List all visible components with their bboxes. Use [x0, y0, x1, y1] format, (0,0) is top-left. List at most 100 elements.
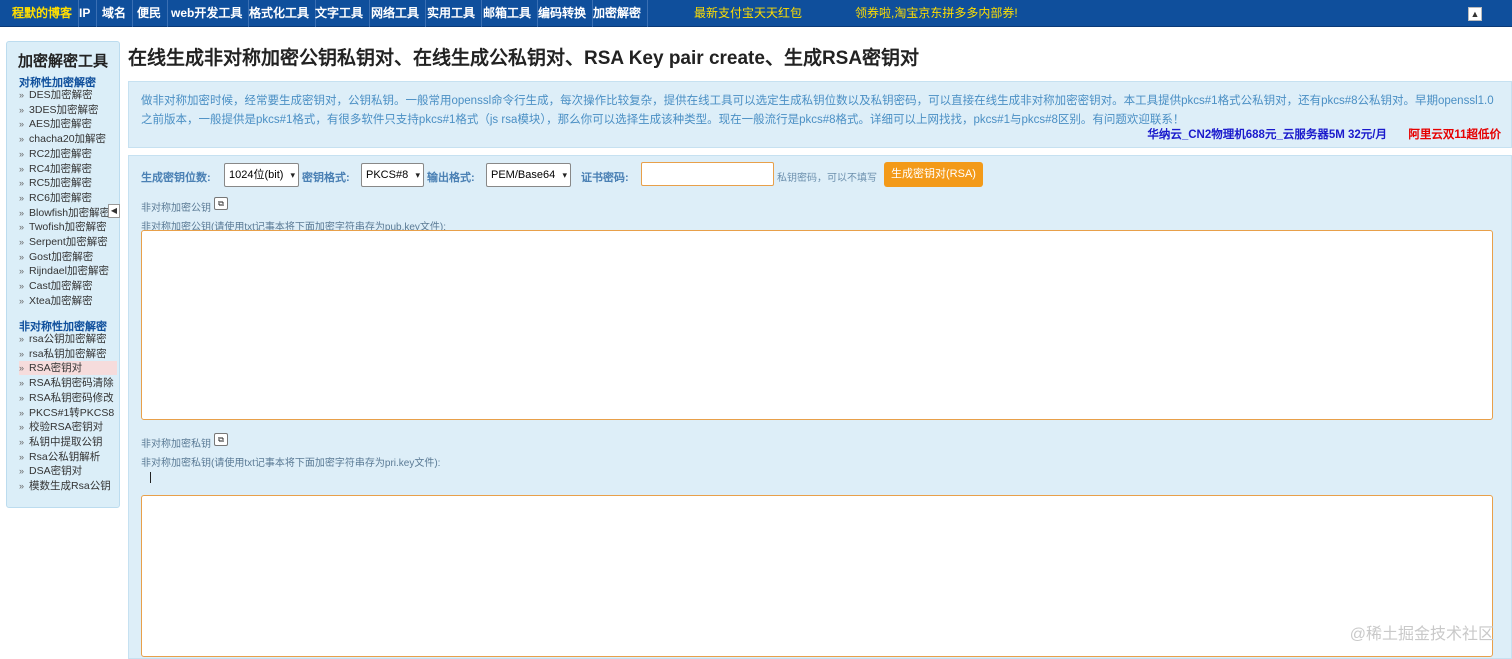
key-bits-select[interactable]: 1024位(bit) ▾ [224, 163, 299, 187]
sidebar-item-sym-0[interactable]: » DES加密解密 [19, 88, 117, 102]
nav-item-web-dev-tools[interactable]: web开发工具 [165, 0, 250, 27]
sidebar-item-sym-6[interactable]: » RC5加密解密 [19, 176, 117, 190]
key-format-select[interactable]: PKCS#8 ▾ [361, 163, 424, 187]
sidebar-item-sym-3[interactable]: » chacha20加解密 [19, 132, 117, 146]
key-bits-value: 1024位(bit) [229, 169, 284, 181]
tool-panel: 生成密钥位数: 1024位(bit) ▾ 密钥格式: PKCS#8 ▾ 输出格式… [128, 155, 1512, 659]
sidebar-item-asym-10[interactable]: » 模数生成Rsa公钥 [19, 479, 117, 493]
sidebar-collapse-icon[interactable]: ◀ [108, 204, 120, 218]
sidebar-item-label: Gost加密解密 [29, 250, 94, 263]
sidebar-item-label: RSA私钥密码修改 [29, 391, 114, 404]
sidebar-item-sym-7[interactable]: » RC6加密解密 [19, 191, 117, 205]
sidebar: 加密解密工具 对称性加密解密 » DES加密解密» 3DES加密解密» AES加密解密… [6, 41, 120, 508]
public-key-textarea[interactable] [141, 230, 1493, 420]
top-navigation-bar: 程默的博客 IP 域名 便民 web开发工具 格式化工具 文字工具 网络工具 实… [0, 0, 1512, 27]
sidebar-item-asym-5[interactable]: » PKCS#1转PKCS8 [19, 406, 117, 420]
key-bits-label: 生成密钥位数: [141, 172, 211, 184]
key-format-label: 密钥格式: [302, 172, 350, 184]
sidebar-item-sym-10[interactable]: » Serpent加密解密 [19, 235, 117, 249]
nav-item-utility-tools[interactable]: 实用工具 [421, 0, 483, 27]
chevron-right-icon: » [19, 295, 25, 306]
chevron-right-icon: » [19, 363, 25, 374]
output-format-value: PEM/Base64 [491, 169, 556, 181]
chevron-right-icon: » [19, 119, 25, 130]
chevron-right-icon: » [19, 422, 25, 433]
output-format-label: 输出格式: [427, 172, 475, 184]
copy-public-key-icon[interactable]: ⧉ [214, 197, 228, 210]
nav-item-domain[interactable]: 域名 [96, 0, 134, 27]
sidebar-item-asym-4[interactable]: » RSA私钥密码修改 [19, 391, 117, 405]
ad-link-huanayun[interactable]: 华纳云_CN2物理机688元_云服务器5M 32元/月 [1147, 126, 1387, 142]
sidebar-item-label: Rijndael加密解密 [29, 265, 109, 278]
chevron-right-icon: » [19, 466, 25, 477]
chevron-right-icon: » [19, 222, 25, 233]
nav-item-ip[interactable]: IP [73, 0, 98, 27]
description-text: 做非对称加密时候，经常要生成密钥对，公钥私钥。一般常用openssl命令行生成，… [141, 95, 1494, 126]
chevron-right-icon: » [19, 281, 25, 292]
sidebar-item-label: chacha20加解密 [29, 133, 107, 146]
promo-coupons-link[interactable]: 领券啦,淘宝京东拼多多内部券! [855, 0, 1018, 27]
private-key-description: 非对称加密私钥(请使用txt记事本将下面加密字符串存为pri.key文件): [141, 458, 441, 469]
sidebar-item-label: rsa公钥加密解密 [29, 333, 107, 345]
nav-item-blog[interactable]: 程默的博客 [6, 0, 80, 27]
sidebar-item-label: PKCS#1转PKCS8 [29, 406, 115, 419]
copy-private-key-icon[interactable]: ⧉ [214, 433, 228, 446]
sidebar-item-label: 模数生成Rsa公钥 [29, 480, 111, 492]
sidebar-item-asym-1[interactable]: » rsa私钥加密解密 [19, 347, 117, 361]
sidebar-item-sym-2[interactable]: » AES加密解密 [19, 117, 117, 131]
sidebar-item-sym-9[interactable]: » Twofish加密解密 [19, 220, 117, 234]
sidebar-item-label: RC6加密解密 [29, 191, 93, 204]
sidebar-item-asym-6[interactable]: » 校验RSA密钥对 [19, 420, 117, 434]
public-key-label: 非对称加密公钥 [141, 203, 211, 214]
chevron-right-icon: » [19, 207, 25, 218]
nav-item-encoding[interactable]: 编码转换 [532, 0, 594, 27]
chevron-right-icon: » [19, 251, 25, 262]
nav-item-format-tools[interactable]: 格式化工具 [243, 0, 317, 27]
password-hint: 私钥密码，可以不填写 [777, 173, 877, 184]
sidebar-item-asym-3[interactable]: » RSA私钥密码清除 [19, 376, 117, 390]
sidebar-item-sym-8[interactable]: » Blowfish加密解密 [19, 206, 117, 220]
sidebar-item-label: Twofish加密解密 [29, 221, 107, 234]
output-format-select[interactable]: PEM/Base64 ▾ [486, 163, 571, 187]
sidebar-item-label: 私钥中提取公钥 [29, 435, 103, 448]
ad-link-aliyun[interactable]: 阿里云双11超低价 [1408, 126, 1501, 142]
nav-item-mail-tools[interactable]: 邮箱工具 [477, 0, 539, 27]
promo-alipay-link[interactable]: 最新支付宝天天红包 [694, 0, 802, 27]
sidebar-item-asym-8[interactable]: » Rsa公私钥解析 [19, 450, 117, 464]
chevron-right-icon: » [19, 378, 25, 389]
sidebar-item-label: Cast加密解密 [29, 280, 93, 293]
sidebar-item-label: RSA密钥对 [29, 362, 83, 375]
sidebar-item-sym-14[interactable]: » Xtea加密解密 [19, 294, 117, 308]
password-label: 证书密码: [581, 172, 629, 184]
sidebar-item-asym-9[interactable]: » DSA密钥对 [19, 464, 117, 478]
sidebar-item-label: 校验RSA密钥对 [29, 421, 104, 434]
sidebar-item-label: 3DES加密解密 [29, 103, 99, 116]
sidebar-item-label: RC2加密解密 [29, 147, 93, 160]
nav-item-network-tools[interactable]: 网络工具 [365, 0, 427, 27]
sidebar-item-sym-1[interactable]: » 3DES加密解密 [19, 103, 117, 117]
sidebar-item-asym-2[interactable]: » RSA密钥对 [19, 361, 117, 376]
generate-keypair-button[interactable]: 生成密钥对(RSA) [884, 162, 983, 187]
sidebar-item-sym-12[interactable]: » Rijndael加密解密 [19, 264, 117, 278]
sidebar-item-sym-5[interactable]: » RC4加密解密 [19, 162, 117, 176]
sidebar-item-asym-7[interactable]: » 私钥中提取公钥 [19, 435, 117, 449]
text-cursor [150, 472, 151, 483]
sidebar-item-label: Blowfish加密解密 [29, 206, 111, 219]
sidebar-item-sym-4[interactable]: » RC2加密解密 [19, 147, 117, 161]
private-key-textarea[interactable] [141, 495, 1493, 657]
chevron-right-icon: » [19, 178, 25, 189]
scroll-top-icon[interactable]: ▲ [1468, 7, 1482, 21]
nav-item-convenience[interactable]: 便民 [131, 0, 169, 27]
sidebar-item-sym-13[interactable]: » Cast加密解密 [19, 279, 117, 293]
chevron-right-icon: » [19, 407, 25, 418]
chevron-down-icon: ▾ [415, 170, 420, 180]
sidebar-item-asym-0[interactable]: » rsa公钥加密解密 [19, 332, 117, 346]
chevron-right-icon: » [19, 148, 25, 159]
chevron-right-icon: » [19, 237, 25, 247]
nav-item-crypto[interactable]: 加密解密 [587, 0, 649, 27]
description-box: 做非对称加密时候，经常要生成密钥对，公钥私钥。一般常用openssl命令行生成，… [128, 81, 1512, 148]
password-input[interactable] [641, 162, 774, 186]
chevron-right-icon: » [19, 392, 25, 403]
sidebar-item-sym-11[interactable]: » Gost加密解密 [19, 250, 117, 264]
nav-item-text-tools[interactable]: 文字工具 [309, 0, 371, 27]
